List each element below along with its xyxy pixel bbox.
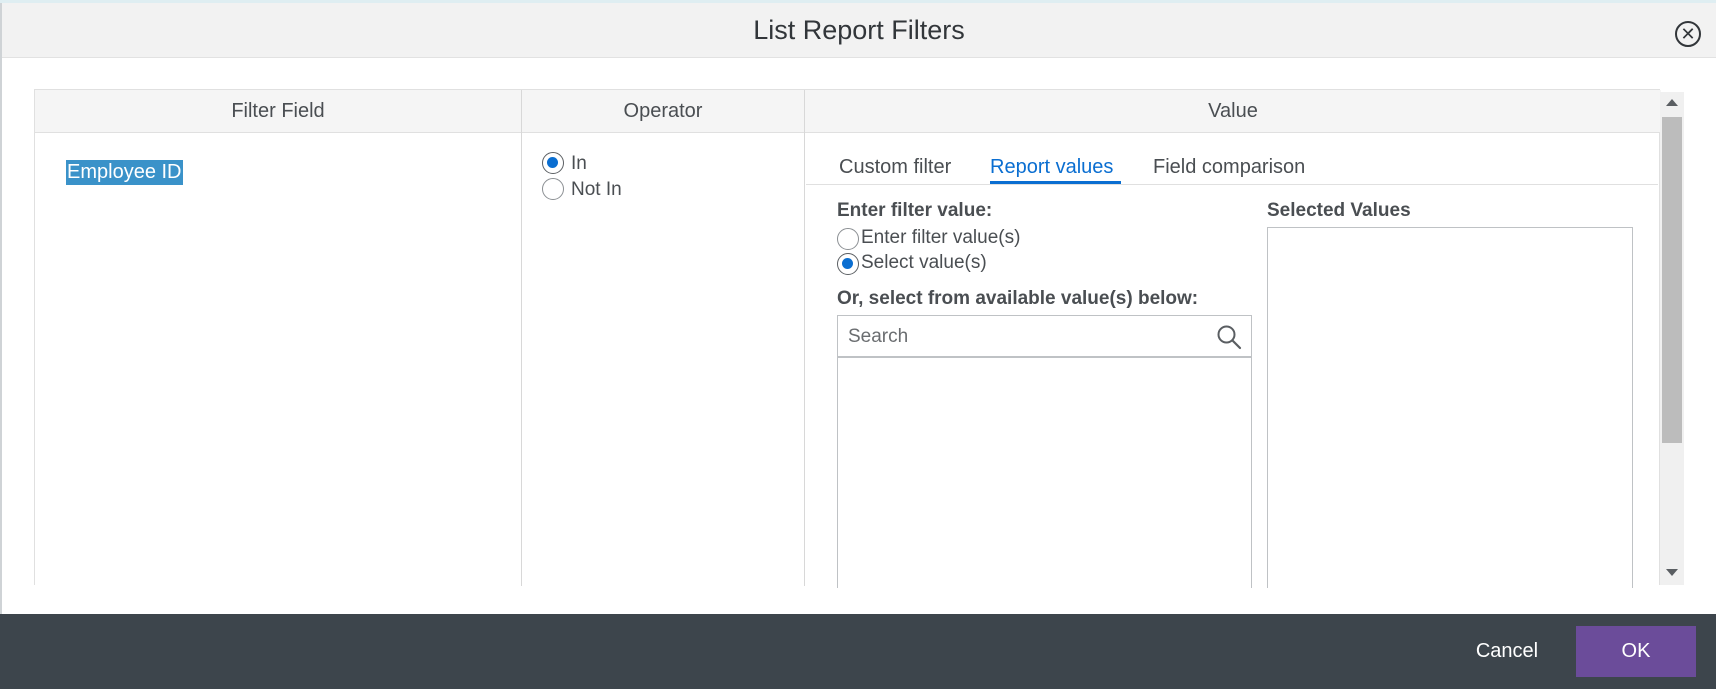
list-report-filters-dialog: List Report Filters ✕ Filter Field Opera…	[0, 3, 1716, 689]
filter-field-name[interactable]: Employee ID	[66, 160, 183, 185]
scrollbar-thumb[interactable]	[1662, 117, 1682, 443]
column-divider	[804, 90, 805, 586]
mode-enter-values-label: Enter filter value(s)	[861, 227, 1021, 248]
close-icon[interactable]: ✕	[1675, 21, 1701, 47]
dialog-footer: Cancel OK	[0, 614, 1716, 689]
column-divider	[521, 90, 522, 586]
column-header-filter-field: Filter Field	[35, 90, 521, 133]
mode-select-values-radio[interactable]	[837, 253, 859, 275]
active-tab-indicator	[990, 181, 1121, 184]
scroll-up-icon[interactable]	[1666, 99, 1678, 106]
operator-in-label: In	[571, 153, 587, 174]
scroll-down-icon[interactable]	[1666, 569, 1678, 576]
tab-field-comparison[interactable]: Field comparison	[1153, 156, 1305, 179]
dialog-title: List Report Filters	[753, 15, 965, 45]
available-values-label: Or, select from available value(s) below…	[837, 288, 1199, 309]
operator-not-in-radio[interactable]	[542, 178, 564, 200]
column-header-value: Value	[805, 90, 1661, 133]
operator-in-radio[interactable]	[542, 152, 564, 174]
column-header-operator: Operator	[522, 90, 804, 133]
search-icon[interactable]	[1216, 324, 1242, 350]
enter-filter-value-label: Enter filter value:	[837, 200, 993, 221]
mode-enter-values-radio[interactable]	[837, 228, 859, 250]
search-field	[837, 315, 1252, 358]
tab-bar-divider	[806, 184, 1658, 185]
operator-not-in-label: Not In	[571, 179, 622, 200]
available-values-list[interactable]	[837, 358, 1252, 588]
ok-button[interactable]: OK	[1576, 626, 1696, 677]
dialog-header: List Report Filters ✕	[2, 3, 1716, 58]
cancel-button[interactable]: Cancel	[1460, 614, 1554, 689]
selected-values-label: Selected Values	[1267, 200, 1411, 221]
tab-report-values[interactable]: Report values	[990, 156, 1113, 179]
search-input[interactable]	[848, 316, 1208, 357]
tab-custom-filter[interactable]: Custom filter	[839, 156, 951, 179]
selected-values-list[interactable]	[1267, 227, 1633, 588]
mode-select-values-label: Select value(s)	[861, 252, 987, 273]
